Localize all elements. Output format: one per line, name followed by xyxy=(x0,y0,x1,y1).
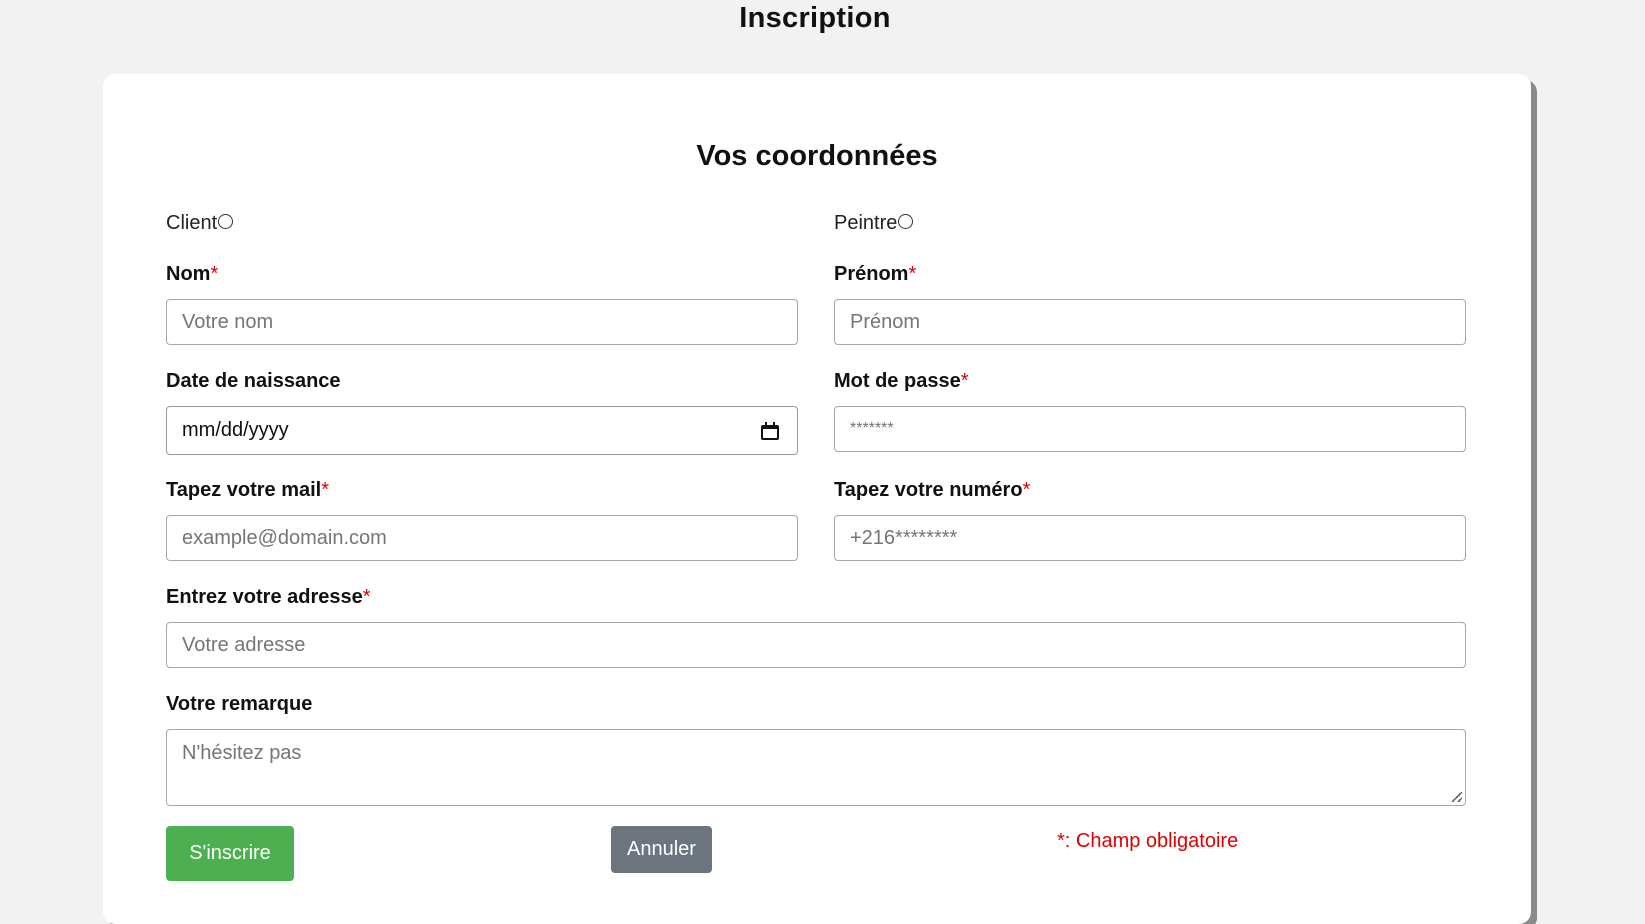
remarque-label-text: Votre remarque xyxy=(166,693,313,715)
resize-grip-icon[interactable] xyxy=(1452,792,1462,802)
prenom-input[interactable]: Prénom xyxy=(834,299,1466,345)
remarque-placeholder: N'hésitez pas xyxy=(182,742,302,764)
role-peintre-radio[interactable] xyxy=(898,214,914,229)
required-marker: * xyxy=(210,263,219,285)
nom-input[interactable]: Votre nom xyxy=(166,299,798,345)
role-peintre-label: Peintre xyxy=(834,212,898,234)
remarque-label: Votre remarque xyxy=(166,693,312,716)
required-marker: * xyxy=(908,263,917,285)
prenom-placeholder: Prénom xyxy=(850,310,921,333)
mail-label-text: Tapez votre mail xyxy=(166,479,322,501)
role-client-radio[interactable] xyxy=(218,214,234,229)
nom-placeholder: Votre nom xyxy=(182,310,274,333)
adresse-input[interactable]: Votre adresse xyxy=(166,622,1466,668)
nom-label: Nom* xyxy=(166,263,218,286)
numero-label-text: Tapez votre numéro xyxy=(834,479,1023,501)
required-note: *: Champ obligatoire xyxy=(1057,830,1239,852)
form-card: Vos coordonnées Client Peintre Nom* Votr… xyxy=(103,74,1531,924)
prenom-label-text: Prénom xyxy=(834,263,909,285)
mot-de-passe-input[interactable]: ******* xyxy=(834,406,1466,452)
adresse-placeholder: Votre adresse xyxy=(182,633,306,656)
submit-button[interactable]: S'inscrire xyxy=(166,826,294,881)
mot-de-passe-placeholder: ******* xyxy=(850,420,894,437)
role-client-option[interactable]: Client xyxy=(166,212,234,235)
date-naissance-label: Date de naissance xyxy=(166,370,341,393)
required-marker: * xyxy=(960,370,969,392)
role-client-label: Client xyxy=(166,212,218,234)
date-naissance-label-text: Date de naissance xyxy=(166,370,341,392)
adresse-label-text: Entrez votre adresse xyxy=(166,586,363,608)
section-title: Vos coordonnées xyxy=(696,140,938,172)
remarque-textarea[interactable]: N'hésitez pas xyxy=(166,729,1466,806)
role-peintre-option[interactable]: Peintre xyxy=(834,212,914,235)
mot-de-passe-label-text: Mot de passe xyxy=(834,370,961,392)
numero-label: Tapez votre numéro* xyxy=(834,479,1030,502)
mail-input[interactable]: example@domain.com xyxy=(166,515,798,561)
date-naissance-value: mm/dd/yyyy xyxy=(182,419,289,441)
prenom-label: Prénom* xyxy=(834,263,916,286)
nom-label-text: Nom xyxy=(166,263,211,285)
numero-placeholder: +216******** xyxy=(850,526,958,549)
cancel-button[interactable]: Annuler xyxy=(611,826,712,873)
required-marker: * xyxy=(1022,479,1031,501)
page-title: Inscription xyxy=(739,2,891,34)
mail-label: Tapez votre mail* xyxy=(166,479,329,502)
date-naissance-input[interactable]: mm/dd/yyyy xyxy=(166,406,798,455)
required-marker: * xyxy=(321,479,330,501)
required-marker: * xyxy=(362,586,371,608)
calendar-icon[interactable] xyxy=(761,421,779,440)
mot-de-passe-label: Mot de passe* xyxy=(834,370,969,393)
numero-input[interactable]: +216******** xyxy=(834,515,1466,561)
adresse-label: Entrez votre adresse* xyxy=(166,586,371,609)
mail-placeholder: example@domain.com xyxy=(182,526,387,549)
